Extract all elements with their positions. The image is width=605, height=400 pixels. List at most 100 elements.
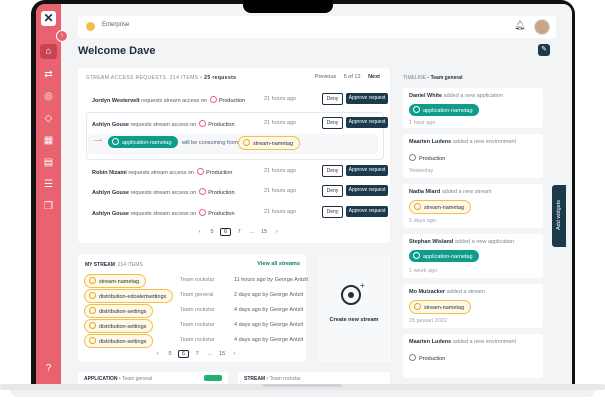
stream-pill[interactable]: distribution-settings: [84, 304, 154, 318]
camera-notch: [243, 0, 333, 13]
arrow-right-icon: ⟶: [94, 138, 102, 144]
deny-button[interactable]: Deny: [322, 185, 343, 197]
timeline-panel: TIMELINE • Team general Daniel White add…: [400, 68, 548, 384]
deny-button[interactable]: Deny: [322, 206, 343, 218]
create-new-stream-label: Create new stream: [329, 317, 379, 323]
stream-access-header: STREAM ACCESS REQUESTS 214 ITEMS • 25 re…: [86, 75, 237, 81]
sidebar: ✕ › ⌂ ⇄ ◎ ◇ ▦ ▤ ☰ ❐ ?: [36, 4, 68, 384]
my-stream-card: MY STREAM 214 ITEMS View all streams str…: [78, 254, 308, 362]
approve-request-button[interactable]: Approve request: [346, 93, 388, 104]
prev-page-icon[interactable]: ‹: [153, 351, 162, 357]
request-pager: Previous 5 of 12 Next: [309, 74, 380, 80]
enterprise-icon: [86, 22, 95, 31]
stream-row[interactable]: distribution-edoalertsettings Team gener…: [84, 289, 303, 303]
next-button[interactable]: Next: [368, 74, 380, 80]
environment-label[interactable]: Production: [409, 354, 445, 362]
view-all-streams-link[interactable]: View all streams: [257, 261, 300, 267]
timeline-header: TIMELINE • Team general: [403, 75, 463, 81]
app-screen: ✕ › ⌂ ⇄ ◎ ◇ ▦ ▤ ☰ ❐ ? Enterprise 🔔︎ Welc…: [36, 4, 572, 384]
my-stream-header: MY STREAM 214 ITEMS: [85, 262, 143, 268]
stream-card: STREAM • Team rockstar: [238, 372, 390, 384]
edit-dashboard-button[interactable]: ✎: [538, 44, 550, 56]
page-link[interactable]: 7: [193, 351, 202, 357]
next-page-icon[interactable]: ›: [230, 351, 239, 357]
streams-pagination: ‹ 5 6 7 ... 15 ›: [152, 350, 240, 358]
timeline-item: Daniel White added a new application app…: [403, 88, 543, 128]
stream-row[interactable]: distribution-settings Team rockstar 4 da…: [84, 334, 303, 348]
page-indicator: 5 of 12: [343, 74, 361, 80]
stream-pill[interactable]: stream-nametag: [84, 274, 147, 288]
stream-pill[interactable]: distribution-edoalertsettings: [84, 289, 174, 303]
timeline-item: Maarten Ludens added a new environment P…: [403, 134, 543, 178]
bottom-cards: APPLICATION • Team general STREAM • Team…: [78, 372, 390, 384]
access-request-row: Jordyn Westervelt requests stream access…: [86, 90, 388, 108]
stream-row[interactable]: distribution-settings Team rockstar 4 da…: [84, 319, 303, 333]
approve-request-button[interactable]: Approve request: [346, 165, 388, 176]
document-icon[interactable]: ▤: [40, 155, 57, 170]
requests-pagination: ‹ 5 6 7 ... 15 ›: [194, 228, 282, 236]
approve-request-button[interactable]: Approve request: [346, 185, 388, 196]
stream-add-icon: [341, 285, 361, 305]
plus-icon: +: [360, 281, 365, 290]
page-link-current[interactable]: 6: [220, 228, 232, 236]
prev-page-icon[interactable]: ‹: [195, 229, 204, 235]
stream-pill[interactable]: stream-nametag: [409, 300, 472, 314]
stream-row[interactable]: stream-nametag Team rockstar 11 hours ag…: [84, 274, 308, 288]
collapse-sidebar-icon[interactable]: ›: [56, 30, 68, 42]
add-widgets-label: Add widgets: [556, 200, 562, 230]
access-request-row: Ashlyn Gouse requests stream access on Pr…: [86, 182, 388, 200]
page-ellipsis: ...: [207, 351, 212, 357]
deny-button[interactable]: Deny: [322, 165, 343, 177]
enterprise-name[interactable]: Enterprise: [102, 22, 129, 28]
access-request-row: Ashlyn Gouse requests stream access on Pr…: [86, 203, 388, 221]
previous-button[interactable]: Previous: [315, 74, 336, 80]
next-page-icon[interactable]: ›: [272, 229, 281, 235]
logo-icon[interactable]: ✕: [41, 11, 56, 26]
laptop-base: [0, 384, 605, 400]
approve-request-button[interactable]: Approve request: [346, 206, 388, 217]
diamond-icon[interactable]: ◇: [40, 111, 57, 126]
deny-button[interactable]: Deny: [322, 117, 343, 129]
top-bar: Enterprise 🔔︎: [78, 16, 556, 38]
sliders-icon[interactable]: ☰: [40, 177, 57, 192]
timeline-item: Maarten Ludens added a new environment P…: [403, 334, 543, 378]
environment-label[interactable]: Production: [409, 154, 445, 162]
stream-pill[interactable]: distribution-settings: [84, 334, 154, 348]
home-icon[interactable]: ⌂: [40, 44, 57, 59]
page-link[interactable]: 5: [166, 351, 175, 357]
timeline-item: Nadia Miard added a new stream stream-na…: [403, 184, 543, 228]
access-request-row: Ashlyn Gouse requests stream access on Pr…: [86, 114, 388, 132]
access-request-row: Robin Nizami requests stream access on Pr…: [86, 162, 388, 180]
add-widgets-button[interactable]: Add widgets: [552, 185, 566, 247]
status-badge: [204, 375, 222, 381]
avatar[interactable]: [534, 19, 550, 35]
bell-icon[interactable]: 🔔︎: [514, 20, 525, 31]
page-ellipsis: ...: [249, 229, 254, 235]
grid-icon[interactable]: ▦: [40, 133, 57, 148]
transfer-icon[interactable]: ⇄: [40, 67, 57, 82]
page-title: Welcome Dave: [78, 45, 156, 57]
timeline-item: Mo Mulzacker added a stream stream-namet…: [403, 284, 543, 328]
stream-pill[interactable]: stream-nametag: [238, 136, 301, 150]
page-link[interactable]: 7: [235, 229, 244, 235]
timeline-item: Stephan Wisland added a new application …: [403, 234, 543, 278]
page-link[interactable]: 15: [260, 229, 269, 235]
page-link[interactable]: 15: [218, 351, 227, 357]
stream-row[interactable]: distribution-settings Team rockstar 4 da…: [84, 304, 303, 318]
page-link[interactable]: 5: [208, 229, 217, 235]
consuming-detail: ⟶ application-nametag will be consuming …: [88, 134, 378, 154]
deny-button[interactable]: Deny: [322, 93, 343, 105]
stream-pill[interactable]: distribution-settings: [84, 319, 154, 333]
application-pill[interactable]: application-nametag: [409, 104, 479, 116]
stream-pill[interactable]: stream-nametag: [409, 200, 472, 214]
application-pill[interactable]: application-nametag: [409, 250, 479, 262]
help-icon[interactable]: ?: [40, 361, 57, 376]
approve-request-button[interactable]: Approve request: [346, 117, 388, 128]
application-pill[interactable]: application-nametag: [108, 136, 178, 148]
stream-access-requests-card: STREAM ACCESS REQUESTS 214 ITEMS • 25 re…: [78, 68, 390, 243]
create-new-stream-card[interactable]: + Create new stream: [316, 254, 392, 364]
compass-icon[interactable]: ◎: [40, 89, 57, 104]
application-card: APPLICATION • Team general: [78, 372, 228, 384]
page-link-current[interactable]: 6: [178, 350, 190, 358]
layers-icon[interactable]: ❐: [40, 199, 57, 214]
